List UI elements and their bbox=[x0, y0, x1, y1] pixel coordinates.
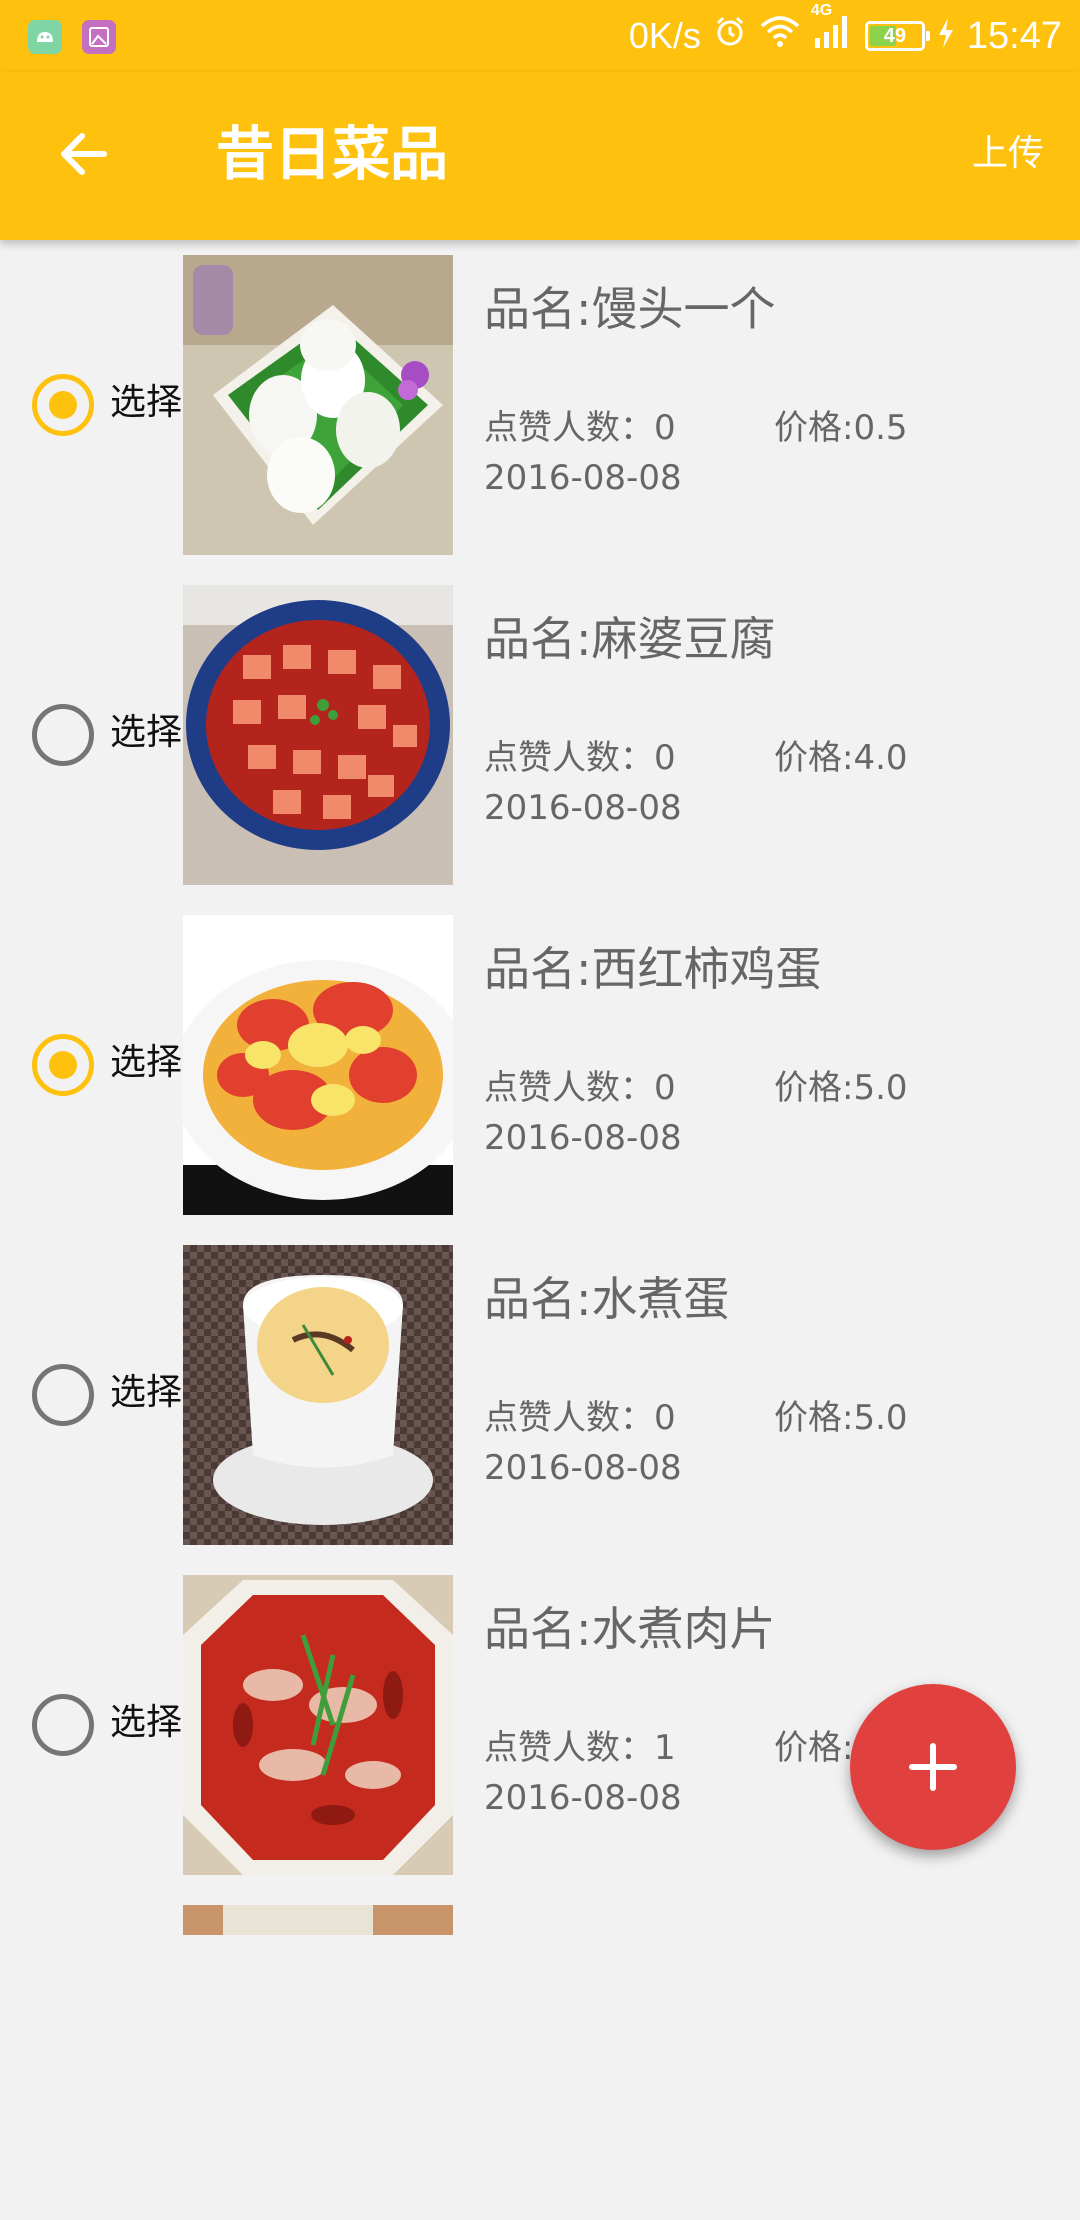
dish-item[interactable]: 选择 品名:水煮蛋 点赞人数：0 价格:5.0 2016-08-08 bbox=[0, 1230, 1080, 1560]
dish-name: 品名:水煮肉片 bbox=[484, 1602, 776, 1656]
dish-item[interactable]: 选择 品名:西红柿鸡蛋 点赞人数：0 价格:5.0 2016-08-08 bbox=[0, 900, 1080, 1230]
select-radio[interactable] bbox=[32, 1694, 94, 1756]
dish-item[interactable]: 选择 品名:麻婆豆腐 点赞人数：0 价格:4.0 2016-08-08 bbox=[0, 570, 1080, 900]
dish-date: 2016-08-08 bbox=[484, 1448, 682, 1488]
dish-name: 品名:水煮蛋 bbox=[484, 1272, 730, 1326]
select-radio[interactable] bbox=[32, 704, 94, 766]
signal-icon: 4G bbox=[811, 2, 853, 60]
network-type-label: 4G bbox=[810, 2, 833, 19]
dish-price: 价格:0.5 bbox=[774, 408, 908, 448]
charging-icon bbox=[937, 15, 955, 58]
dish-date: 2016-08-08 bbox=[484, 458, 682, 498]
select-label: 选择 bbox=[110, 1372, 183, 1413]
dish-date: 2016-08-08 bbox=[484, 788, 682, 828]
select-label: 选择 bbox=[110, 712, 183, 753]
arrow-left-icon bbox=[61, 133, 107, 175]
dish-likes: 点赞人数：0 bbox=[484, 408, 676, 448]
dish-image bbox=[183, 255, 453, 555]
clock: 15:47 bbox=[966, 14, 1062, 57]
select-label: 选择 bbox=[110, 382, 183, 423]
dish-likes: 点赞人数：0 bbox=[484, 1068, 676, 1108]
battery-level: 49 bbox=[883, 24, 907, 47]
status-bar: 0K/s 4G 49 15:47 bbox=[0, 0, 1080, 72]
dish-name: 品名:馒头一个 bbox=[484, 282, 776, 336]
dish-date: 2016-08-08 bbox=[484, 1118, 682, 1158]
back-button[interactable] bbox=[52, 122, 116, 186]
gallery-icon bbox=[82, 20, 116, 54]
dish-item[interactable]: 选择 品名:馒头一个 点赞人数：0 价格:0.5 2016-08-08 bbox=[0, 240, 1080, 570]
dish-likes: 点赞人数：0 bbox=[484, 1398, 676, 1438]
plus-icon bbox=[909, 1743, 957, 1791]
add-dish-button[interactable] bbox=[850, 1684, 1016, 1850]
select-label: 选择 bbox=[110, 1702, 183, 1743]
select-radio[interactable] bbox=[32, 374, 94, 436]
dish-image bbox=[183, 585, 453, 885]
dish-price: 价格:4.0 bbox=[774, 738, 908, 778]
upload-button[interactable]: 上传 bbox=[972, 132, 1044, 176]
dish-price: 价格: bbox=[774, 1728, 854, 1768]
dish-likes: 点赞人数：0 bbox=[484, 738, 676, 778]
dish-price: 价格:5.0 bbox=[774, 1068, 908, 1108]
network-speed: 0K/s bbox=[628, 15, 701, 56]
dish-item-partial[interactable] bbox=[0, 1890, 1080, 2220]
wifi-icon bbox=[759, 14, 801, 58]
dish-image bbox=[183, 1245, 453, 1545]
dish-price: 价格:5.0 bbox=[774, 1398, 908, 1438]
dish-name: 品名:麻婆豆腐 bbox=[484, 612, 776, 666]
battery-icon: 49 bbox=[864, 21, 930, 51]
alarm-icon bbox=[713, 14, 747, 58]
dish-image bbox=[183, 1905, 453, 1935]
select-label: 选择 bbox=[110, 1042, 183, 1083]
dish-image bbox=[183, 1575, 453, 1875]
page-title: 昔日菜品 bbox=[216, 120, 449, 188]
dish-name: 品名:西红柿鸡蛋 bbox=[484, 942, 822, 996]
select-radio[interactable] bbox=[32, 1364, 94, 1426]
dish-date: 2016-08-08 bbox=[484, 1778, 682, 1818]
app-bar: 昔日菜品 上传 bbox=[0, 72, 1080, 240]
android-icon bbox=[28, 20, 62, 54]
dish-image bbox=[183, 915, 453, 1215]
select-radio[interactable] bbox=[32, 1034, 94, 1096]
dish-likes: 点赞人数：1 bbox=[484, 1728, 676, 1768]
